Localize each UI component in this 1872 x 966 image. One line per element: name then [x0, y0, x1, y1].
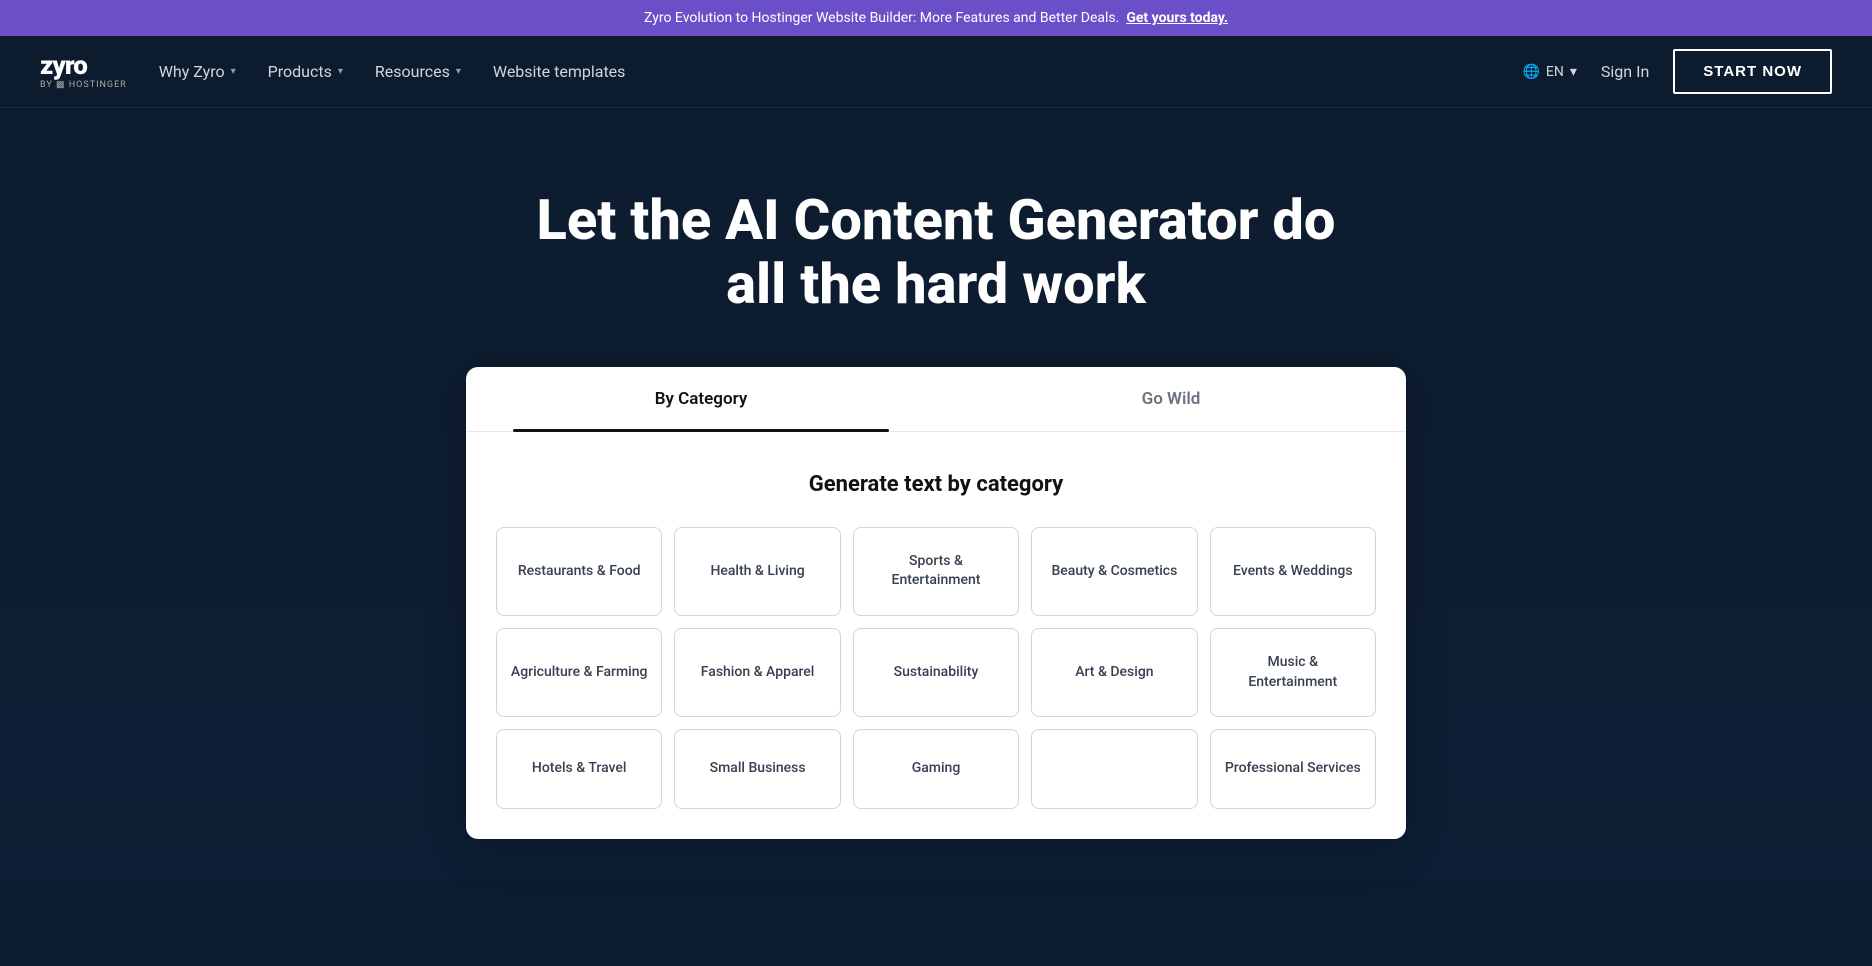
sign-in-link[interactable]: Sign In	[1601, 62, 1649, 81]
tab-by-category[interactable]: By Category	[466, 367, 936, 431]
navbar-right: 🌐 EN ▾ Sign In START NOW	[1522, 49, 1832, 94]
banner-link[interactable]: Get yours today.	[1126, 10, 1228, 26]
nav-products[interactable]: Products ▾	[268, 58, 343, 85]
category-beauty-cosmetics[interactable]: Beauty & Cosmetics	[1031, 527, 1197, 616]
top-banner: Zyro Evolution to Hostinger Website Buil…	[0, 0, 1872, 36]
category-restaurants-food[interactable]: Restaurants & Food	[496, 527, 662, 616]
navbar-left: zyro by ▩ hostinger Why Zyro ▾ Products …	[40, 53, 625, 90]
chevron-down-icon: ▾	[1570, 64, 1577, 80]
category-small-business[interactable]: Small Business	[674, 729, 840, 809]
category-sports-entertainment[interactable]: Sports & Entertainment	[853, 527, 1019, 616]
banner-text: Zyro Evolution to Hostinger Website Buil…	[644, 10, 1119, 26]
hero-section: Let the AI Content Generator do all the …	[0, 108, 1872, 879]
navbar: zyro by ▩ hostinger Why Zyro ▾ Products …	[0, 36, 1872, 108]
nav-website-templates[interactable]: Website templates	[493, 62, 626, 81]
category-health-living[interactable]: Health & Living	[674, 527, 840, 616]
category-music-entertainment[interactable]: Music & Entertainment	[1210, 628, 1376, 717]
globe-icon: 🌐	[1522, 64, 1539, 80]
language-selector[interactable]: 🌐 EN ▾	[1522, 64, 1576, 80]
category-sustainability[interactable]: Sustainability	[853, 628, 1019, 717]
logo-brand: zyro	[40, 53, 127, 79]
category-agriculture-farming[interactable]: Agriculture & Farming	[496, 628, 662, 717]
chevron-down-icon: ▾	[338, 66, 343, 77]
hero-heading: Let the AI Content Generator do all the …	[486, 188, 1386, 317]
category-hotels-travel[interactable]: Hotels & Travel	[496, 729, 662, 809]
category-professional-services[interactable]: Professional Services	[1210, 729, 1376, 809]
category-empty	[1031, 729, 1197, 809]
category-art-design[interactable]: Art & Design	[1031, 628, 1197, 717]
nav-why-zyro[interactable]: Why Zyro ▾	[159, 58, 236, 85]
category-events-weddings[interactable]: Events & Weddings	[1210, 527, 1376, 616]
logo-sub: by ▩ hostinger	[40, 81, 127, 90]
nav-resources[interactable]: Resources ▾	[375, 58, 461, 85]
start-now-button[interactable]: START NOW	[1673, 49, 1832, 94]
category-grid: Restaurants & Food Health & Living Sport…	[466, 527, 1406, 809]
tab-bar: By Category Go Wild	[466, 367, 1406, 432]
tab-go-wild[interactable]: Go Wild	[936, 367, 1406, 431]
category-fashion-apparel[interactable]: Fashion & Apparel	[674, 628, 840, 717]
chevron-down-icon: ▾	[231, 66, 236, 77]
logo[interactable]: zyro by ▩ hostinger	[40, 53, 127, 90]
chevron-down-icon: ▾	[456, 66, 461, 77]
content-card: By Category Go Wild Generate text by cat…	[466, 367, 1406, 839]
generate-heading: Generate text by category	[466, 472, 1406, 497]
category-gaming[interactable]: Gaming	[853, 729, 1019, 809]
